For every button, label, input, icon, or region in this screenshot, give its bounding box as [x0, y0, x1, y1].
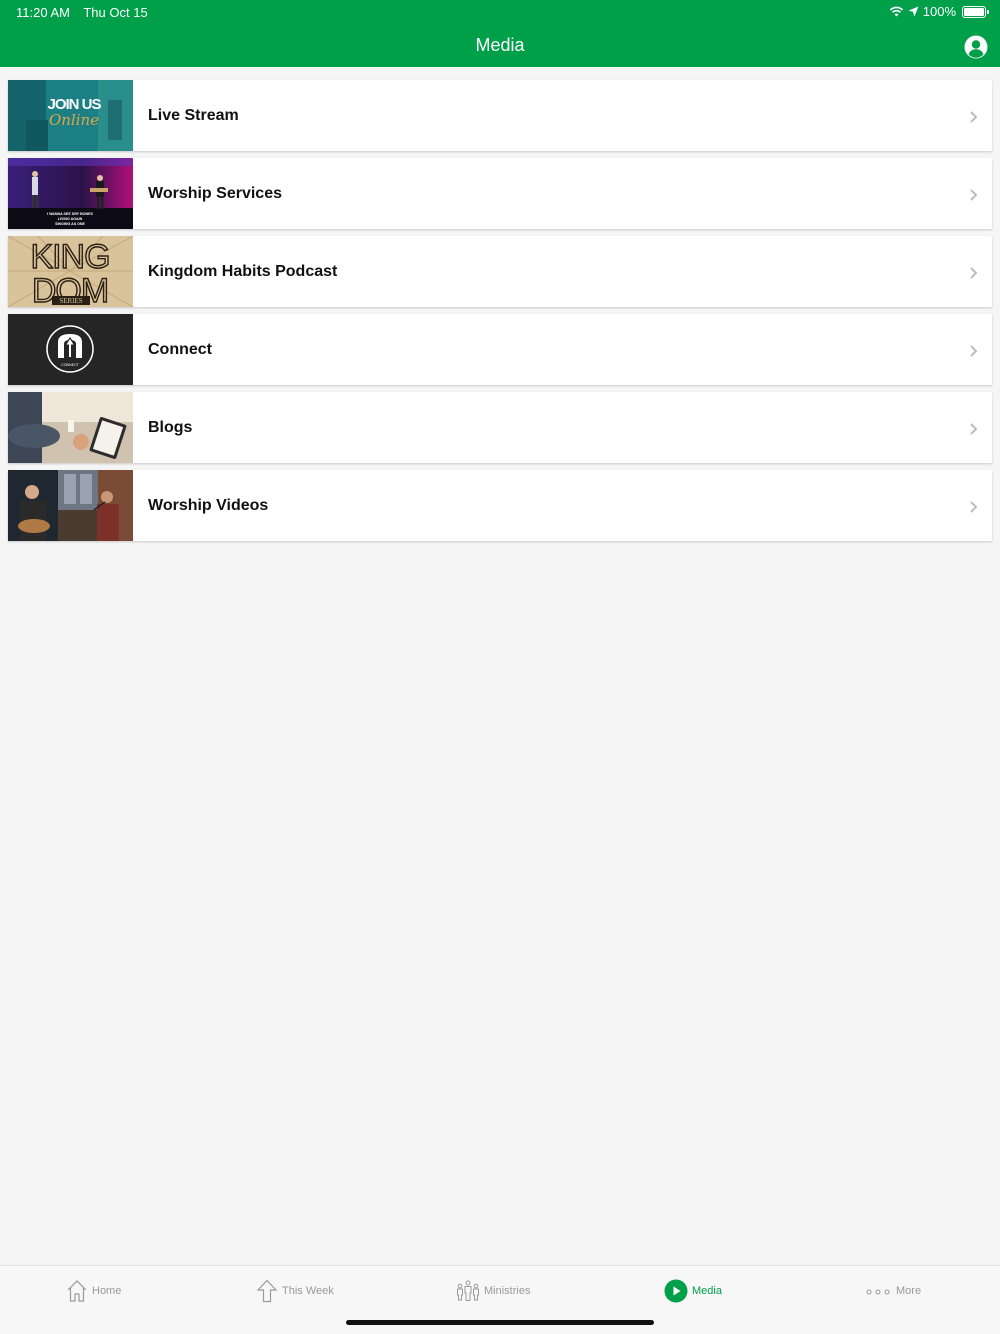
home-indicator[interactable]	[346, 1320, 654, 1325]
list-item-worship-services[interactable]: I WANNA SEE DRY BONES LIVING AGAIN SINGI…	[8, 158, 992, 229]
kingdom-habits-thumbnail: KING DOM SERIES	[8, 236, 133, 307]
list-item-connect[interactable]: CONNECT Connect	[8, 314, 992, 385]
svg-text:SINGING AS ONE: SINGING AS ONE	[55, 222, 85, 226]
connect-thumbnail: CONNECT	[8, 314, 133, 385]
media-list: JOIN US Online Live Stream I WANNA SEE D…	[8, 80, 992, 548]
chevron-right-icon	[970, 267, 978, 279]
list-item-label: Connect	[148, 340, 212, 358]
list-item-kingdom-habits-podcast[interactable]: KING DOM SERIES Kingdom Habits Podcast	[8, 236, 992, 307]
tab-label: Ministries	[484, 1285, 531, 1297]
status-bar-right: 100%	[889, 4, 989, 19]
arrow-up-icon	[256, 1279, 278, 1303]
svg-text:CONNECT: CONNECT	[61, 363, 80, 367]
home-icon	[67, 1280, 87, 1302]
status-bar-left: 11:20 AM Thu Oct 15	[16, 5, 158, 20]
worship-services-thumbnail: I WANNA SEE DRY BONES LIVING AGAIN SINGI…	[8, 158, 133, 229]
more-dots-icon	[866, 1289, 890, 1295]
tab-media[interactable]: Media	[664, 1279, 722, 1303]
status-date: Thu Oct 15	[83, 5, 148, 20]
tab-label: Home	[92, 1285, 122, 1297]
svg-text:LIVING AGAIN: LIVING AGAIN	[58, 217, 83, 221]
tab-this-week[interactable]: This Week	[256, 1279, 334, 1303]
chevron-right-icon	[970, 111, 978, 123]
people-icon	[457, 1280, 479, 1301]
profile-icon[interactable]	[964, 35, 988, 59]
tab-ministries[interactable]: Ministries	[456, 1279, 530, 1303]
nav-bar: 11:20 AM Thu Oct 15 100% Media	[0, 0, 1000, 67]
location-arrow-icon	[908, 6, 919, 17]
status-time: 11:20 AM	[16, 5, 70, 20]
svg-text:SERIES: SERIES	[59, 297, 82, 305]
list-item-label: Worship Services	[148, 184, 282, 202]
list-item-live-stream[interactable]: JOIN US Online Live Stream	[8, 80, 992, 151]
list-item-worship-videos[interactable]: Worship Videos	[8, 470, 992, 541]
battery-icon	[962, 5, 989, 18]
tab-label: This Week	[282, 1285, 334, 1297]
list-item-label: Worship Videos	[148, 496, 269, 514]
list-item-label: Live Stream	[148, 106, 239, 124]
wifi-icon	[889, 6, 903, 17]
chevron-right-icon	[970, 189, 978, 201]
list-item-blogs[interactable]: Blogs	[8, 392, 992, 463]
tab-label: More	[896, 1285, 922, 1297]
play-icon	[664, 1279, 688, 1303]
worship-videos-thumbnail	[8, 470, 133, 541]
svg-text:Online: Online	[49, 111, 99, 129]
tab-home[interactable]: Home	[66, 1279, 121, 1303]
list-item-label: Kingdom Habits Podcast	[148, 262, 338, 280]
svg-text:I WANNA SEE DRY BONES: I WANNA SEE DRY BONES	[47, 212, 93, 216]
tab-more[interactable]: More	[866, 1279, 921, 1303]
battery-percent: 100%	[922, 4, 956, 19]
page-title: Media	[475, 35, 525, 55]
svg-text:KING: KING	[30, 238, 109, 276]
chevron-right-icon	[970, 423, 978, 435]
chevron-right-icon	[970, 345, 978, 357]
chevron-right-icon	[970, 501, 978, 513]
live-stream-thumbnail: JOIN US Online	[8, 80, 133, 151]
tab-label: Media	[692, 1285, 722, 1297]
blogs-thumbnail	[8, 392, 133, 463]
list-item-label: Blogs	[148, 418, 193, 436]
